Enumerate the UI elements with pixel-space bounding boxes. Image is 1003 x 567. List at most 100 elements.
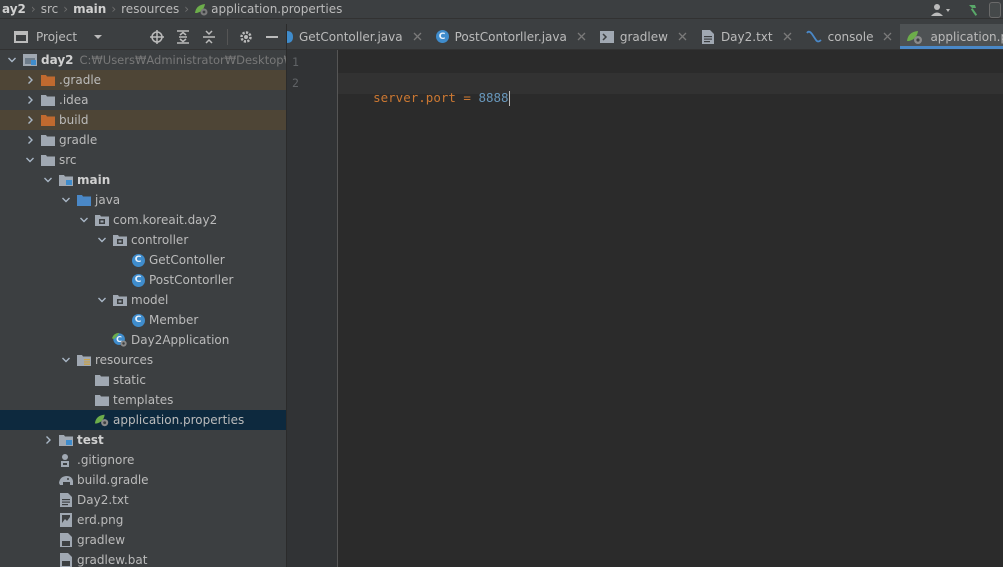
breadcrumb-item[interactable]: application.properties <box>192 0 344 19</box>
tree-item[interactable]: C GetContoller <box>0 250 286 270</box>
tree-item[interactable]: gradlew.bat <box>0 550 286 567</box>
tree-item[interactable]: C Member <box>0 310 286 330</box>
folder-icon <box>40 92 56 108</box>
breadcrumb-item[interactable]: main <box>71 0 108 19</box>
class-partial-icon <box>287 30 293 44</box>
chevron-right-icon[interactable] <box>24 110 36 130</box>
chevron-right-icon[interactable] <box>24 70 36 90</box>
project-title: Project <box>36 29 78 44</box>
folder-module-icon <box>58 432 74 448</box>
editor-tab[interactable]: GetContoller.java <box>287 24 430 49</box>
console-icon <box>805 30 822 44</box>
tree-item[interactable]: controller <box>0 230 286 250</box>
chevron-down-icon[interactable] <box>60 350 72 370</box>
class-icon: C <box>435 30 449 43</box>
chevron-down-icon[interactable] <box>24 150 36 170</box>
folder-icon <box>40 132 56 148</box>
expand-all-icon[interactable] <box>175 29 191 45</box>
tree-item[interactable]: build <box>0 110 286 130</box>
close-icon[interactable] <box>413 30 422 44</box>
chevron-right-icon[interactable] <box>24 90 36 110</box>
tree-item[interactable]: C PostContorller <box>0 270 286 290</box>
chevron-down-icon[interactable] <box>6 50 18 70</box>
chevron-right-icon[interactable] <box>42 430 54 450</box>
tree-item[interactable]: build.gradle <box>0 470 286 490</box>
chevron-right-icon[interactable] <box>24 130 36 150</box>
tree-item-label: PostContorller <box>149 273 234 287</box>
folder-orange-icon <box>40 72 56 88</box>
editor-tab[interactable]: Day2.txt <box>695 24 800 49</box>
breadcrumb-item[interactable]: resources <box>119 0 181 19</box>
chevron-down-icon[interactable] <box>78 210 90 230</box>
tree-item[interactable]: .gitignore <box>0 450 286 470</box>
breadcrumb-item-label: application.properties <box>211 2 343 16</box>
property-separator: = <box>455 90 479 105</box>
tree-item[interactable]: erd.png <box>0 510 286 530</box>
chevron-down-icon[interactable] <box>96 230 108 250</box>
tree-item[interactable]: .idea <box>0 90 286 110</box>
tree-item[interactable]: static <box>0 370 286 390</box>
tree-item[interactable]: java <box>0 190 286 210</box>
tree-item-label: erd.png <box>77 513 124 527</box>
line-number: 1 <box>292 55 299 69</box>
tree-item[interactable]: day2 C:₩Users₩Administrator₩Desktop₩stu <box>0 50 286 70</box>
close-icon[interactable] <box>883 30 892 44</box>
editor-tab-label: Day2.txt <box>720 29 773 44</box>
tree-item-label: .gradle <box>59 73 102 87</box>
tree-item[interactable]: C Day2Application <box>0 330 286 350</box>
tree-item-label: .gitignore <box>77 453 135 467</box>
spring-props-icon <box>94 412 110 428</box>
run-config-icon[interactable] <box>989 1 1001 18</box>
user-icon[interactable] <box>931 3 953 17</box>
project-tree: day2 C:₩Users₩Administrator₩Desktop₩stu .g… <box>0 50 286 567</box>
editor-tab[interactable]: gradlew <box>594 24 695 49</box>
crosshair-icon[interactable] <box>149 29 165 45</box>
tree-item[interactable]: main <box>0 170 286 190</box>
code-editor[interactable]: server.port = 8888 <box>338 50 1003 567</box>
chevron-down-icon[interactable] <box>96 290 108 310</box>
package-icon <box>112 232 128 248</box>
breadcrumb-item[interactable]: ay2 <box>0 0 28 19</box>
minimize-icon[interactable] <box>264 29 280 45</box>
tree-item-label: java <box>95 193 121 207</box>
tree-item[interactable]: model <box>0 290 286 310</box>
tree-item[interactable]: application.properties <box>0 410 286 430</box>
chevron-down-icon[interactable] <box>42 170 54 190</box>
tree-item[interactable]: resources <box>0 350 286 370</box>
close-icon[interactable] <box>577 30 586 44</box>
terminal-icon <box>599 30 614 44</box>
folder-icon <box>94 392 110 408</box>
tree-item[interactable]: .gradle <box>0 70 286 90</box>
txt-icon <box>58 492 74 508</box>
tree-item-label: model <box>131 293 169 307</box>
close-icon[interactable] <box>678 30 687 44</box>
editor-tab[interactable]: C PostContorller.java <box>430 24 594 49</box>
breadcrumb-item[interactable]: src <box>39 0 61 19</box>
editor-tab[interactable]: application.properties <box>900 24 1003 49</box>
tree-item[interactable]: test <box>0 430 286 450</box>
project-view-selector[interactable]: Project <box>0 30 103 44</box>
tree-item[interactable]: gradlew <box>0 530 286 550</box>
tree-item[interactable]: templates <box>0 390 286 410</box>
tree-item[interactable]: gradle <box>0 130 286 150</box>
gear-icon[interactable] <box>238 29 254 45</box>
editor-tab[interactable]: console <box>800 24 901 49</box>
close-icon[interactable] <box>783 30 792 44</box>
code-line-2[interactable]: server.port = 8888 <box>343 75 510 121</box>
tree-item-label: build.gradle <box>77 473 149 487</box>
build-hammer-icon[interactable] <box>967 3 983 17</box>
collapse-all-icon[interactable] <box>201 29 217 45</box>
tree-item[interactable]: Day2.txt <box>0 490 286 510</box>
tree-item[interactable]: src <box>0 150 286 170</box>
chevron-down-icon[interactable] <box>60 190 72 210</box>
tree-item[interactable]: com.koreait.day2 <box>0 210 286 230</box>
editor-tab-label: console <box>827 29 874 44</box>
breadcrumb-separator-icon: › <box>30 2 36 16</box>
